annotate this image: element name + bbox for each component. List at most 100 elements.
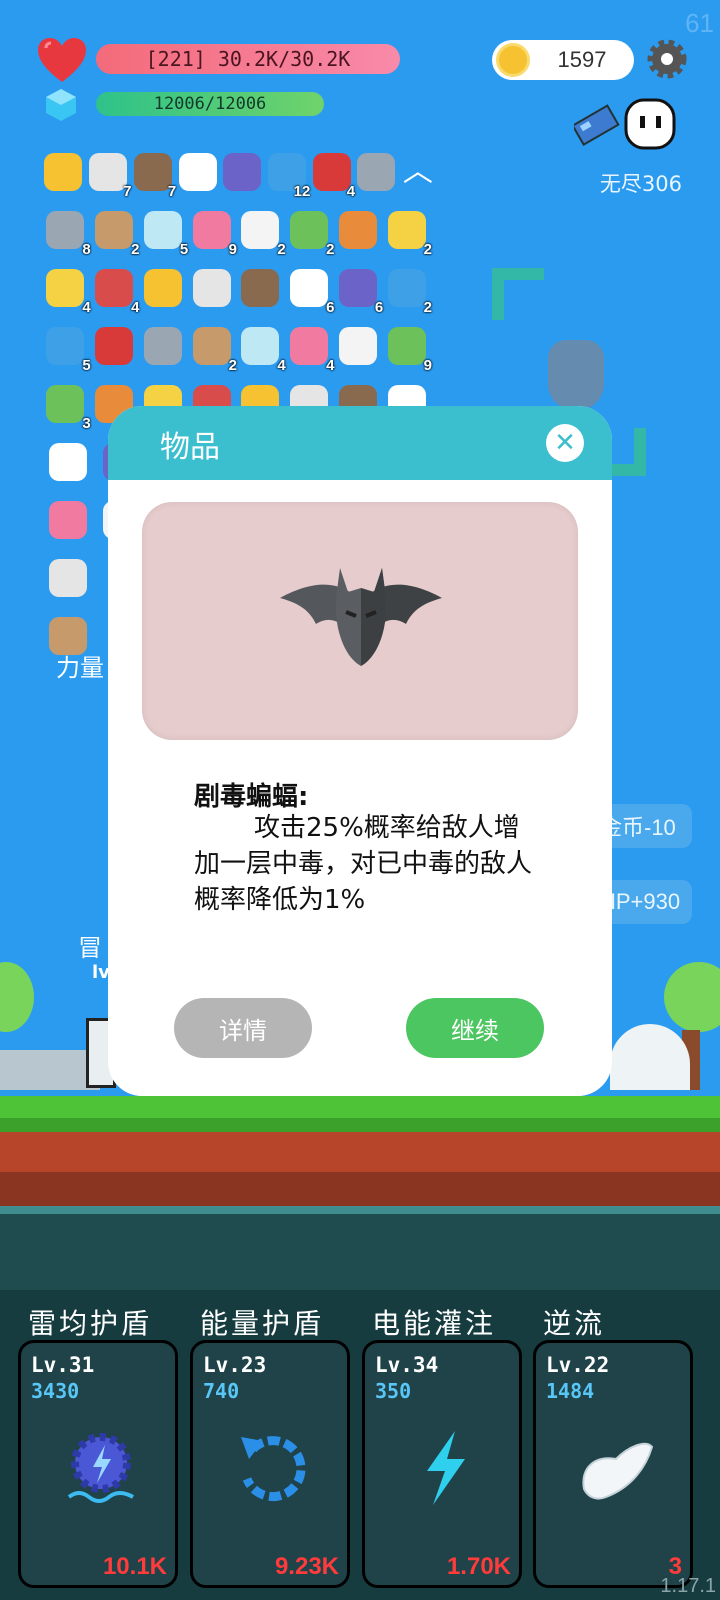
skill-level: Lv.22	[546, 1353, 610, 1377]
target-icon	[192, 211, 231, 249]
inventory-slot[interactable]	[178, 148, 217, 196]
item-count: 2	[277, 241, 286, 258]
item-count: 4	[346, 183, 356, 200]
skill-level: Lv.23	[203, 1353, 267, 1377]
inventory-slot[interactable]: 2	[385, 264, 432, 316]
details-button[interactable]: 详情	[174, 998, 312, 1058]
inventory-slot[interactable]: 9	[385, 322, 432, 374]
cash-icon	[192, 327, 231, 365]
skill-title: 逆流	[543, 1307, 606, 1340]
watermelon-icon	[143, 327, 182, 365]
close-button[interactable]: ✕	[546, 424, 584, 462]
skill-cost: 9.23K	[274, 1553, 339, 1580]
item-count: 8	[82, 241, 91, 258]
skill-card[interactable]: Lv.31 3430 10.1K	[18, 1340, 178, 1588]
inventory-slot[interactable]: 2	[385, 206, 432, 258]
refresh-icon	[241, 1436, 306, 1502]
endless-stage-label: 无尽306	[599, 172, 682, 196]
coin-value: 1597	[557, 47, 607, 72]
inventory-slot[interactable]	[337, 206, 380, 254]
inventory-slot[interactable]	[142, 322, 185, 370]
inventory-slot[interactable]: 12	[267, 148, 310, 200]
inventory-slot[interactable]: 2	[190, 322, 237, 374]
skill-card[interactable]: Lv.23 740 9.23K	[190, 1340, 350, 1588]
clipboard-icon	[387, 269, 426, 307]
inventory-slot[interactable]	[44, 554, 92, 602]
chat-bubble-icon	[95, 269, 134, 307]
shield-star-icon	[143, 269, 182, 307]
inventory-slot[interactable]: 5	[44, 322, 91, 374]
inventory-slot[interactable]: 6	[288, 264, 335, 316]
skill-card[interactable]: Lv.22 1484 3	[533, 1340, 693, 1588]
inventory-slot[interactable]: 4	[93, 264, 140, 316]
inventory-slot[interactable]: 9	[190, 206, 237, 258]
skill-card[interactable]: Lv.34 350 1.70K	[362, 1340, 522, 1588]
inventory-slot[interactable]: 2	[93, 206, 140, 258]
item-preview	[142, 502, 578, 740]
dagger-icon	[143, 211, 182, 249]
inventory-slot[interactable]: 4	[312, 148, 355, 200]
item-count: 4	[131, 299, 140, 316]
inventory-slot[interactable]: 4	[239, 322, 286, 374]
lime-icon	[46, 385, 85, 423]
thermometer-icon	[338, 269, 377, 307]
book-icon	[46, 327, 85, 365]
briefcase-icon	[241, 211, 280, 249]
fps-counter: 61	[685, 8, 714, 38]
hero-name: 冒	[78, 934, 102, 962]
item-count: 2	[423, 299, 432, 316]
lightning-icon	[427, 1431, 465, 1505]
item-count: 3	[82, 415, 91, 432]
inventory-row: 5 2 4 4 9	[44, 322, 434, 376]
inventory-slot[interactable]	[190, 264, 233, 312]
skill-cost: 1.70K	[446, 1553, 511, 1580]
inventory-slot[interactable]	[337, 322, 380, 370]
mace-ball-icon	[241, 269, 280, 307]
mana-gem-icon	[46, 89, 76, 121]
wizard-hat-icon	[223, 153, 262, 191]
inventory-slot[interactable]	[44, 148, 83, 196]
chevron-up-icon[interactable]: ︿	[402, 148, 434, 189]
item-name: 剧毒蝙蝠:	[194, 782, 309, 812]
pineapple-icon	[89, 153, 128, 191]
ground	[0, 1096, 720, 1206]
item-count: 2	[423, 241, 432, 258]
strength-label: 力量	[56, 654, 104, 682]
coin-icon	[496, 43, 530, 77]
item-count: 12	[293, 183, 311, 200]
inventory-slot[interactable]: 5	[142, 206, 188, 258]
molecule-icon	[387, 327, 426, 365]
inventory-slot[interactable]	[44, 438, 92, 486]
ghost-icon	[290, 327, 329, 365]
envelope-icon	[290, 269, 329, 307]
inventory-slot[interactable]: 6	[337, 264, 383, 316]
continue-button[interactable]: 继续	[406, 998, 544, 1058]
skill-value: 350	[375, 1379, 412, 1403]
inventory-slot[interactable]: 3	[44, 380, 91, 432]
heart-icon	[38, 38, 86, 82]
inventory-slot[interactable]: 7	[133, 148, 176, 200]
dialog-title: 物品	[160, 430, 220, 465]
item-count: 4	[326, 357, 335, 374]
inventory-slot[interactable]	[239, 264, 282, 312]
inventory-slot[interactable]	[44, 496, 92, 544]
inventory-slot[interactable]: 4	[288, 322, 335, 374]
gear-icon[interactable]	[646, 38, 688, 80]
ice-cream-icon	[133, 153, 172, 191]
inventory-slot[interactable]: 2	[288, 206, 335, 258]
inventory-slot[interactable]: 4	[44, 264, 91, 316]
inventory-slot[interactable]	[93, 322, 136, 370]
inventory-slot[interactable]: 8	[44, 206, 91, 258]
dialog-header: 物品 ✕	[108, 406, 612, 480]
inventory-slot[interactable]: 7	[89, 148, 131, 200]
inventory-row: 4 4 6 6 2	[44, 264, 434, 318]
inventory-slot[interactable]	[357, 148, 396, 196]
inventory-slot[interactable]: 2	[239, 206, 286, 258]
inventory-slot[interactable]	[142, 264, 185, 312]
crystal-icon	[192, 269, 231, 307]
inventory-slot[interactable]	[223, 148, 262, 196]
round-shield-icon	[338, 327, 377, 365]
item-count: 7	[167, 183, 177, 200]
wing-icon	[582, 1442, 654, 1500]
tree	[664, 962, 720, 1032]
